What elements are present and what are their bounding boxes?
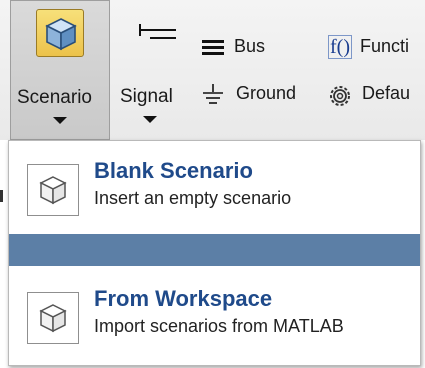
cube-icon <box>36 9 84 57</box>
signal-label: Signal <box>120 86 173 107</box>
menu-item-title: Blank Scenario <box>94 158 253 183</box>
bus-label: Bus <box>234 36 266 56</box>
chevron-down-icon[interactable] <box>143 116 157 123</box>
ground-icon <box>203 84 223 104</box>
menu-item-description: Insert an empty scenario <box>94 188 292 208</box>
scenario-icon-area[interactable] <box>11 1 109 69</box>
cube-icon <box>27 164 79 216</box>
bus-lines-icon <box>202 40 224 55</box>
default-label: Defau <box>362 83 411 103</box>
menu-highlight-row[interactable] <box>9 234 420 266</box>
menu-item-blank-scenario[interactable]: Blank Scenario Insert an empty scenario <box>9 141 420 231</box>
function-icon: f() <box>328 35 352 59</box>
signal-line-icon <box>139 24 176 39</box>
menu-item-from-workspace[interactable]: From Workspace Import scenarios from MAT… <box>9 271 420 361</box>
toolstrip: Scenario Signal Bus Ground f() Functi De… <box>0 0 425 140</box>
left-edge-marker <box>0 190 3 202</box>
gear-icon <box>330 86 350 106</box>
function-label: Functi <box>360 36 410 56</box>
scenario-button[interactable]: Scenario <box>10 0 110 140</box>
menu-item-description: Import scenarios from MATLAB <box>94 316 344 336</box>
chevron-down-icon[interactable] <box>53 117 67 124</box>
ground-label: Ground <box>236 83 297 103</box>
menu-item-title: From Workspace <box>94 286 273 311</box>
scenario-label: Scenario <box>17 87 92 108</box>
signal-button[interactable]: Signal <box>118 0 193 140</box>
scenario-dropdown-menu: Blank Scenario Insert an empty scenario … <box>8 140 421 366</box>
cube-icon <box>27 292 79 344</box>
